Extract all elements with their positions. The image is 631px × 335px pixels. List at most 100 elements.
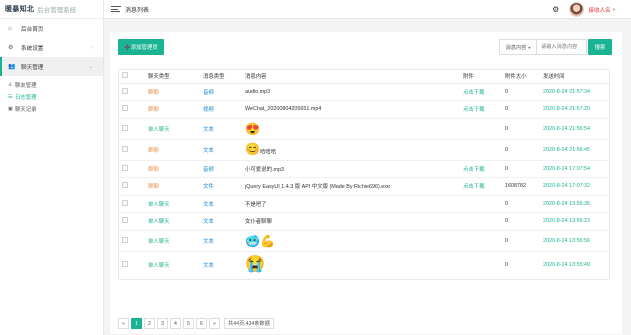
content-cell: audio.mp3	[242, 82, 460, 101]
message-type: 文本	[200, 250, 242, 279]
users-icon: 👥	[8, 64, 16, 70]
table-row[interactable]: 单人聊天 文本 😭 0 2020-8-24 13:55:49	[119, 250, 611, 279]
attachment-size: 0	[502, 138, 540, 160]
row-checkbox[interactable]	[122, 182, 128, 189]
chat-type: 单人聊天	[145, 250, 200, 279]
page-button-2[interactable]: 2	[144, 318, 155, 329]
username[interactable]: 接收人名	[588, 6, 610, 14]
caret-down-icon: ▾	[528, 44, 531, 50]
send-time: 2020-8-24 21:57:34	[540, 82, 611, 101]
page-button-6[interactable]: 6	[196, 318, 207, 329]
table-row[interactable]: 群聊 文件 jQuery EasyUI 1.4.3 版 API 中文版 (Made …	[119, 177, 611, 195]
next-page-button[interactable]: »	[209, 318, 220, 329]
header-size[interactable]: 附件大小	[502, 70, 540, 84]
message-type: 文本	[200, 194, 242, 213]
sidebar-item-2[interactable]: 👥 聊天管理 ⌄	[0, 57, 103, 76]
table-row[interactable]: 群聊 文本 😊哈哈哈 0 2020-8-24 21:56:45	[119, 138, 611, 160]
system-name: 后台管理系统	[37, 7, 77, 14]
content-cell: WeChat_20200804205651.mp4	[242, 100, 460, 118]
select-all-checkbox[interactable]	[122, 72, 128, 79]
sidebar-subitem-0[interactable]: ♙ 聊友管理	[0, 79, 103, 91]
topbar: 消息列表 ⚙ 接收人名 ▾	[104, 0, 631, 19]
header-attachment[interactable]: 附件	[460, 70, 502, 84]
sidebar-item-label: 后台首页	[21, 26, 44, 33]
menu-toggle-icon[interactable]	[111, 6, 121, 12]
sidebar-subitem-1[interactable]: ☰ 日志管理	[0, 91, 103, 103]
message-table: 聊天类型 消息类型 消息内容 附件 附件大小 发送时间 群聊 音频 audio.mp…	[118, 69, 611, 280]
search-bar: 消息内容 ▾ 搜索	[499, 39, 612, 55]
sidebar-item-0[interactable]: ⌂ 后台首页	[0, 19, 103, 38]
attachment-size: 0	[502, 229, 540, 251]
table-row[interactable]: 单人聊天 文本 女仆者聊聊 0 2020-8-24 13:56:23	[119, 212, 611, 230]
content-cell: 🥶💪	[242, 229, 460, 251]
download-link[interactable]: 点击下载	[460, 159, 502, 178]
attachment-size: 0	[502, 100, 540, 118]
row-checkbox[interactable]	[122, 217, 128, 224]
settings-gear-icon[interactable]: ⚙	[552, 5, 559, 14]
gear-icon: ⚙	[8, 45, 14, 51]
chat-type: 单人聊天	[145, 212, 200, 230]
home-icon: ⌂	[8, 25, 12, 32]
add-admin-button[interactable]: ➕添加管理员	[118, 39, 164, 55]
prev-page-button[interactable]: «	[118, 318, 129, 329]
message-content: jQuery EasyUI 1.4.3 版 API 中文版 (Made By R…	[245, 184, 391, 191]
header-time[interactable]: 发送时间	[540, 70, 611, 84]
chat-type: 单人聊天	[145, 229, 200, 251]
search-button[interactable]: 搜索	[588, 39, 612, 55]
pagination: «1 2 3 4 5 6» 共44页,434条数据	[118, 318, 274, 329]
message-type: 文本	[200, 138, 242, 160]
sidebar-item-1[interactable]: ⚙ 系统设置 ‹	[0, 38, 103, 57]
download-link	[460, 117, 502, 139]
message-type: 音频	[200, 159, 242, 178]
row-checkbox[interactable]	[122, 164, 128, 171]
table-row[interactable]: 群聊 视频 WeChat_20200804205651.mp4 点击下载 0 2020-8…	[119, 100, 611, 118]
search-field-select[interactable]: 消息内容 ▾	[499, 39, 537, 55]
attachment-size: 0	[502, 250, 540, 279]
row-checkbox[interactable]	[122, 105, 128, 112]
row-checkbox[interactable]	[122, 124, 128, 131]
chevron-down-icon[interactable]: ▾	[613, 7, 615, 13]
download-link[interactable]: 点击下载	[460, 177, 502, 195]
download-link[interactable]: 点击下载	[460, 100, 502, 118]
search-input[interactable]	[537, 39, 587, 55]
row-checkbox[interactable]	[122, 199, 128, 206]
page-button-4[interactable]: 4	[170, 318, 181, 329]
sidebar-subitem-label: 聊友管理	[15, 83, 37, 89]
emoji-content: 😊	[245, 142, 260, 157]
page-title: 消息列表	[125, 7, 150, 14]
logo[interactable]: 暖暴知北 后台管理系统	[0, 0, 103, 19]
message-content: 女仆者聊聊	[245, 219, 272, 226]
page-button-3[interactable]: 3	[157, 318, 168, 329]
header-msg-type[interactable]: 消息类型	[200, 70, 242, 84]
search-field-label: 消息内容	[505, 44, 527, 51]
table-row[interactable]: 单人聊天 文本 不是吧了 0 2020-8-24 13:56:35	[119, 194, 611, 213]
row-checkbox[interactable]	[122, 261, 128, 268]
send-time: 2020-8-24 13:55:49	[540, 250, 611, 279]
attachment-size: 0	[502, 194, 540, 213]
row-checkbox[interactable]	[122, 236, 128, 243]
emoji-content: 😭	[245, 256, 265, 274]
message-type: 音频	[200, 82, 242, 101]
message-content: 不是吧了	[245, 201, 267, 208]
sidebar-subitem-2[interactable]: ▣ 聊天记录	[0, 103, 103, 115]
header-content[interactable]: 消息内容	[242, 70, 460, 84]
chat-type: 群聊	[145, 138, 200, 160]
table-row[interactable]: 群聊 音频 小可爱说的.mp3 点击下载 0 2020-8-24 17:07:54	[119, 159, 611, 178]
download-link	[460, 212, 502, 230]
page-button-1[interactable]: 1	[131, 318, 142, 329]
sidebar-item-label: 聊天管理	[21, 64, 44, 71]
content-cell: 女仆者聊聊	[242, 212, 460, 230]
message-type: 文件	[200, 177, 242, 195]
avatar[interactable]	[569, 2, 585, 17]
page-button-5[interactable]: 5	[183, 318, 194, 329]
table-row[interactable]: 单人聊天 文本 😍 0 2020-8-24 21:56:54	[119, 117, 611, 139]
row-checkbox[interactable]	[122, 145, 128, 152]
row-checkbox[interactable]	[122, 87, 128, 94]
table-row[interactable]: 单人聊天 文本 🥶💪 0 2020-8-24 13:56:56	[119, 229, 611, 251]
table-row[interactable]: 群聊 音频 audio.mp3 点击下载 0 2020-8-24 21:57:34	[119, 82, 611, 101]
chat-type: 单人聊天	[145, 117, 200, 139]
header-chat-type[interactable]: 聊天类型	[145, 70, 200, 84]
content-cell: 小可爱说的.mp3	[242, 159, 460, 178]
download-link[interactable]: 点击下载	[460, 82, 502, 101]
emoji-content: 😍	[245, 121, 260, 136]
